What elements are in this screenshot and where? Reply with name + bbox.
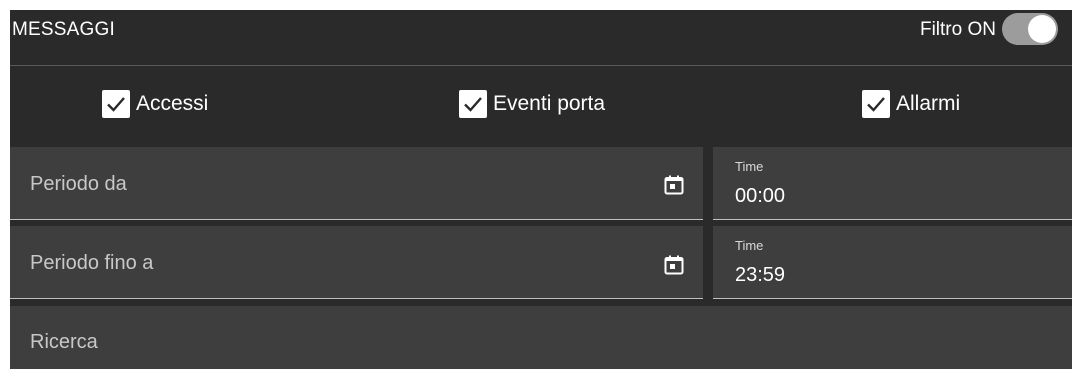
filter-toggle[interactable] <box>1002 13 1058 45</box>
period-from-date-field[interactable]: Periodo da <box>10 147 703 220</box>
search-placeholder: Ricerca <box>30 331 98 353</box>
calendar-icon[interactable] <box>662 253 686 277</box>
checkbox-label: Eventi porta <box>493 92 606 115</box>
time-value: 23:59 <box>735 264 786 286</box>
period-to-time-field[interactable]: Time 23:59 <box>713 226 1072 299</box>
filter-label-text: Filtro <box>919 19 963 40</box>
time-caption: Time <box>735 159 764 174</box>
period-to-placeholder: Periodo fino a <box>30 252 154 274</box>
search-field[interactable]: Ricerca <box>10 306 1072 369</box>
filter-state-text: ON <box>967 19 997 40</box>
filter-toggle-label: Filtro ON <box>920 19 996 41</box>
messages-panel: MESSAGGI Filtro ON Accessi Eventi porta … <box>10 10 1072 369</box>
checkmark-icon <box>107 97 125 112</box>
toggle-knob <box>1028 15 1056 43</box>
checkmark-icon <box>464 97 482 112</box>
checkbox-box <box>102 90 130 118</box>
checkbox-label: Allarmi <box>896 92 961 115</box>
period-from-placeholder: Periodo da <box>30 173 127 195</box>
checkbox-accessi[interactable]: Accessi <box>102 89 208 119</box>
checkbox-box <box>459 90 487 118</box>
checkmark-icon <box>867 97 885 112</box>
page-title: MESSAGGI <box>12 19 115 40</box>
checkbox-label: Accessi <box>136 92 209 115</box>
time-caption: Time <box>735 238 764 253</box>
checkbox-eventi-porta[interactable]: Eventi porta <box>459 89 605 119</box>
period-from-time-field[interactable]: Time 00:00 <box>713 147 1072 220</box>
period-to-date-field[interactable]: Periodo fino a <box>10 226 703 299</box>
panel-header: MESSAGGI Filtro ON <box>10 10 1072 66</box>
time-value: 00:00 <box>735 185 786 207</box>
checkbox-allarmi[interactable]: Allarmi <box>862 89 960 119</box>
event-type-filters: Accessi Eventi porta Allarmi <box>10 66 1072 147</box>
calendar-icon[interactable] <box>662 173 686 197</box>
checkbox-box <box>862 90 890 118</box>
